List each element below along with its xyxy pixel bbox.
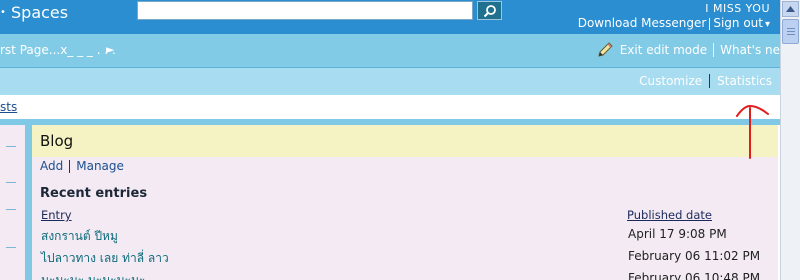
breadcrumb-row: sts [0, 95, 780, 119]
sign-out-label: Sign out [713, 16, 763, 30]
whats-new-link[interactable]: What's ne [720, 43, 780, 57]
divider [69, 160, 71, 173]
user-display-name[interactable]: I MISS YOU [705, 2, 770, 15]
sign-out-link[interactable]: Sign out ▾ [713, 16, 770, 30]
grip-line [787, 31, 795, 32]
left-column [0, 125, 25, 280]
browser-viewport: • Spaces I MISS YOU Download Messenger Si… [0, 0, 800, 280]
left-column-rule [6, 146, 16, 147]
sub-toolbar: Customize Statistics [0, 68, 780, 95]
user-links: Download Messenger Sign out ▾ [578, 16, 770, 30]
left-column-rule [6, 182, 16, 183]
search-icon [483, 4, 496, 17]
scroll-up-button[interactable] [782, 1, 799, 17]
grip-line [787, 34, 795, 35]
brand-bullet: • [0, 7, 6, 18]
published-date-column-header[interactable]: Published date [627, 208, 712, 222]
breadcrumb-link[interactable]: sts [0, 100, 17, 114]
entry-date: February 06 10:48 PM [628, 271, 761, 280]
recent-entries-heading: Recent entries [40, 186, 148, 201]
blog-actions: Add Manage [40, 159, 124, 173]
table-row: สงกรานต์ ปีหมู April 17 9:08 PM [32, 227, 778, 249]
divider [713, 43, 715, 57]
entry-date: April 17 9:08 PM [628, 227, 727, 241]
entry-date: February 06 11:02 PM [628, 249, 761, 263]
add-link[interactable]: Add [40, 159, 63, 173]
entry-column-header[interactable]: Entry [41, 208, 72, 222]
arrow-up-icon [786, 6, 795, 12]
blog-module-header[interactable]: Blog [32, 125, 778, 157]
customize-link[interactable]: Customize [639, 74, 702, 88]
entries-list: สงกรานต์ ปีหมู April 17 9:08 PM ไปลาวทาง… [32, 227, 778, 280]
grip-line [787, 28, 795, 29]
column-divider [25, 125, 32, 280]
table-row: ไปลาวทาง เลย ท่าลี่ ลาว February 06 11:0… [32, 249, 778, 271]
entry-title-link[interactable]: มะมะมะ มะมะมะมะ [41, 271, 145, 280]
annotation-arrow-icon [736, 104, 769, 159]
chevron-down-icon: ▾ [764, 19, 770, 30]
scrollbar-thumb[interactable] [782, 19, 799, 44]
left-column-rule [6, 247, 16, 248]
table-row: มะมะมะ มะมะมะมะ February 06 10:48 PM [32, 271, 778, 280]
top-header: • Spaces I MISS YOU Download Messenger Si… [0, 0, 780, 34]
search-input[interactable] [137, 1, 473, 20]
brand-label: Spaces [11, 3, 69, 22]
entry-title-link[interactable]: สงกรานต์ ปีหมู [41, 227, 118, 246]
exit-edit-mode-link[interactable]: Exit edit mode [620, 43, 707, 57]
sub-toolbar-links: Customize Statistics [639, 74, 772, 88]
blog-module-body: Add Manage Recent entries Entry Published… [32, 157, 778, 280]
left-column-rule [6, 209, 16, 210]
page-tab-first[interactable]: rst Page...x_ _ _ . . . [0, 43, 116, 57]
tab-scroll-arrow-icon[interactable]: ► [106, 43, 114, 56]
entry-title-link[interactable]: ไปลาวทาง เลย ท่าลี่ ลาว [41, 249, 169, 268]
divider [709, 17, 711, 30]
nav-bar: rst Page...x_ _ _ . . . ► Exit edit mode… [0, 34, 780, 68]
pencil-icon [598, 42, 613, 57]
search-button[interactable] [477, 1, 502, 20]
edit-controls: Exit edit mode What's ne [596, 41, 780, 59]
manage-link[interactable]: Manage [76, 159, 124, 173]
statistics-link[interactable]: Statistics [717, 74, 772, 88]
divider [709, 74, 711, 88]
vertical-scrollbar[interactable] [780, 0, 800, 280]
blog-title: Blog [40, 132, 74, 150]
brand-title[interactable]: • Spaces [0, 2, 68, 24]
download-messenger-link[interactable]: Download Messenger [578, 16, 707, 30]
